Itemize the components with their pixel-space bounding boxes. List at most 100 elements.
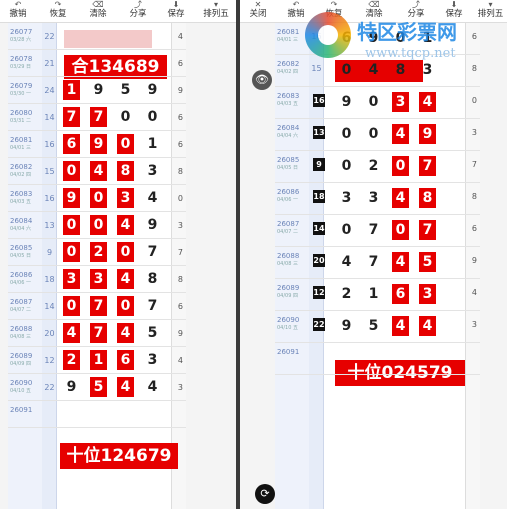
digit-cell[interactable]: 5 xyxy=(144,323,161,343)
digit-cell[interactable]: 4 xyxy=(144,188,161,208)
digit-cell[interactable]: 5 xyxy=(419,252,436,272)
digit-cell[interactable]: 6 xyxy=(117,350,134,370)
digit-cell[interactable]: 4 xyxy=(392,252,409,272)
digit-cell[interactable]: 4 xyxy=(63,323,80,343)
digit-cell[interactable]: 0 xyxy=(63,215,80,235)
digit-cell[interactable]: 4 xyxy=(419,92,436,112)
digit-cell[interactable]: 0 xyxy=(365,92,382,112)
digit-cell[interactable]: 4 xyxy=(90,161,107,181)
digit-cell[interactable]: 4 xyxy=(117,215,134,235)
digit-cell[interactable]: 7 xyxy=(419,156,436,176)
digit-cell[interactable]: 0 xyxy=(117,296,134,316)
digit-cell[interactable]: 3 xyxy=(419,284,436,304)
digit-cell[interactable]: 7 xyxy=(90,107,107,127)
digit-cell[interactable]: 4 xyxy=(392,316,409,336)
sync-icon[interactable]: ⟳ xyxy=(255,484,275,504)
digit-cell[interactable] xyxy=(90,404,107,424)
digit-cell[interactable]: 0 xyxy=(144,107,161,127)
digit-cell[interactable]: 1 xyxy=(144,134,161,154)
digit-cell[interactable]: 3 xyxy=(392,92,409,112)
digit-cell[interactable]: 3 xyxy=(365,188,382,208)
digit-cell[interactable] xyxy=(419,348,436,368)
digit-cell[interactable] xyxy=(90,26,107,46)
digit-cell[interactable]: 1 xyxy=(63,80,80,100)
digit-cell[interactable] xyxy=(117,26,134,46)
undo-button[interactable]: ↶ 撤销 xyxy=(2,0,34,22)
digit-cell[interactable]: 6 xyxy=(63,134,80,154)
digit-cell[interactable]: 8 xyxy=(144,269,161,289)
clear-button[interactable]: ⌫ 清除 xyxy=(358,0,390,22)
digit-cell[interactable]: 4 xyxy=(117,269,134,289)
digit-cell[interactable]: 7 xyxy=(144,242,161,262)
digit-cell[interactable]: 9 xyxy=(63,377,80,397)
digit-cell[interactable]: 5 xyxy=(117,80,134,100)
digit-cell[interactable]: 4 xyxy=(392,188,409,208)
digit-cell[interactable]: 7 xyxy=(365,220,382,240)
digit-cell[interactable]: 4 xyxy=(144,377,161,397)
digit-cell[interactable]: 4 xyxy=(392,124,409,144)
digit-cell[interactable] xyxy=(392,348,409,368)
digit-cell[interactable]: 0 xyxy=(365,124,382,144)
digit-cell[interactable]: 0 xyxy=(338,220,355,240)
digit-cell[interactable]: 3 xyxy=(90,269,107,289)
digit-cell[interactable]: 9 xyxy=(338,92,355,112)
digit-cell[interactable]: 7 xyxy=(144,296,161,316)
digit-cell[interactable]: 0 xyxy=(117,134,134,154)
digit-cell[interactable]: 4 xyxy=(365,60,382,80)
digit-cell[interactable]: 2 xyxy=(338,284,355,304)
digit-cell[interactable]: 0 xyxy=(117,107,134,127)
pl5-button[interactable]: ▾ 排列五 xyxy=(474,0,507,22)
redo-button[interactable]: ↷ 恢复 xyxy=(42,0,74,22)
pl5-button[interactable]: ▾ 排列五 xyxy=(198,0,234,22)
digit-cell[interactable]: 4 xyxy=(117,377,134,397)
digit-cell[interactable]: 9 xyxy=(144,215,161,235)
digit-cell[interactable] xyxy=(144,53,161,73)
digit-cell[interactable]: 0 xyxy=(392,28,409,48)
digit-cell[interactable]: 3 xyxy=(419,60,436,80)
digit-cell[interactable]: 0 xyxy=(392,220,409,240)
undo-button[interactable]: ↶ 撤销 xyxy=(280,0,312,22)
digit-cell[interactable]: 3 xyxy=(144,350,161,370)
share-button[interactable]: ⤴ 分享 xyxy=(122,0,154,22)
digit-cell[interactable]: 2 xyxy=(365,156,382,176)
clear-button[interactable]: ⌫ 清除 xyxy=(82,0,114,22)
digit-cell[interactable]: 0 xyxy=(338,156,355,176)
digit-cell[interactable]: 3 xyxy=(144,161,161,181)
digit-cell[interactable]: 9 xyxy=(365,28,382,48)
digit-cell[interactable]: 4 xyxy=(419,316,436,336)
digit-cell[interactable] xyxy=(338,348,355,368)
digit-cell[interactable] xyxy=(144,404,161,424)
close-button[interactable]: ✕ 关闭 xyxy=(242,0,274,22)
digit-cell[interactable]: 5 xyxy=(365,316,382,336)
digit-cell[interactable]: 9 xyxy=(90,134,107,154)
digit-cell[interactable]: 8 xyxy=(419,188,436,208)
digit-cell[interactable]: 6 xyxy=(338,28,355,48)
digit-cell[interactable]: 4 xyxy=(117,323,134,343)
digit-cell[interactable]: 8 xyxy=(117,161,134,181)
digit-cell[interactable] xyxy=(63,53,80,73)
digit-cell[interactable]: 7 xyxy=(90,296,107,316)
digit-cell[interactable]: 9 xyxy=(90,80,107,100)
share-button[interactable]: ⤴ 分享 xyxy=(400,0,432,22)
digit-cell[interactable]: 0 xyxy=(338,60,355,80)
digit-cell[interactable]: 3 xyxy=(63,269,80,289)
digit-cell[interactable]: 1 xyxy=(365,284,382,304)
digit-cell[interactable]: 9 xyxy=(338,316,355,336)
digit-cell[interactable] xyxy=(117,404,134,424)
digit-cell[interactable]: 1 xyxy=(90,350,107,370)
digit-cell[interactable] xyxy=(117,53,134,73)
digit-cell[interactable] xyxy=(365,348,382,368)
digit-cell[interactable]: 3 xyxy=(338,188,355,208)
digit-cell[interactable]: 7 xyxy=(419,220,436,240)
digit-cell[interactable]: 0 xyxy=(392,156,409,176)
digit-cell[interactable]: 0 xyxy=(90,215,107,235)
digit-cell[interactable]: 9 xyxy=(63,188,80,208)
digit-cell[interactable]: 0 xyxy=(338,124,355,144)
digit-cell[interactable]: 0 xyxy=(63,242,80,262)
digit-cell[interactable]: 6 xyxy=(392,284,409,304)
digit-cell[interactable] xyxy=(63,26,80,46)
digit-cell[interactable]: 9 xyxy=(144,80,161,100)
digit-cell[interactable]: 9 xyxy=(419,124,436,144)
digit-cell[interactable]: 5 xyxy=(90,377,107,397)
save-button[interactable]: ⬇ 保存 xyxy=(438,0,470,22)
